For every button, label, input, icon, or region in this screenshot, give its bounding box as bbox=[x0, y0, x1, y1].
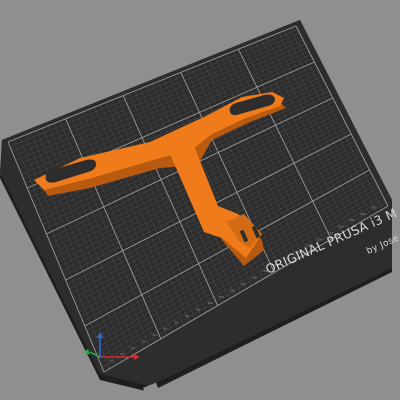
grid-scale-label: 20 bbox=[120, 352, 124, 356]
scene-canvas[interactable]: 1020304050607080901001101201301401501601… bbox=[0, 0, 400, 400]
grid-scale-label: 130 bbox=[240, 282, 246, 286]
grid-scale-label: 120 bbox=[229, 288, 235, 292]
grid-scale-label: 50 bbox=[153, 333, 157, 337]
grid-scale-label: 250 bbox=[371, 205, 377, 209]
grid-scale-label: 100 bbox=[207, 301, 213, 305]
grid-scale-label: 140 bbox=[251, 276, 257, 280]
grid-scale-label: 60 bbox=[164, 327, 168, 331]
grid-scale-label: 80 bbox=[185, 314, 189, 318]
grid-scale-label: 10 bbox=[109, 359, 113, 363]
grid-scale-label: 90 bbox=[196, 308, 200, 312]
grid-scale-label: 40 bbox=[142, 339, 146, 343]
3d-viewport[interactable]: 10 20 30 40 50 60 70 80 90 100 110 120 130 140 150 160 1… bbox=[0, 0, 400, 400]
grid-scale-label: 110 bbox=[218, 295, 224, 299]
bed-mount-notch bbox=[211, 37, 226, 49]
grid-scale-label: 30 bbox=[131, 346, 135, 350]
grid-scale-label: 240 bbox=[360, 212, 366, 216]
grid-scale-label: 70 bbox=[174, 320, 178, 324]
bed-mount-notch bbox=[13, 117, 29, 131]
